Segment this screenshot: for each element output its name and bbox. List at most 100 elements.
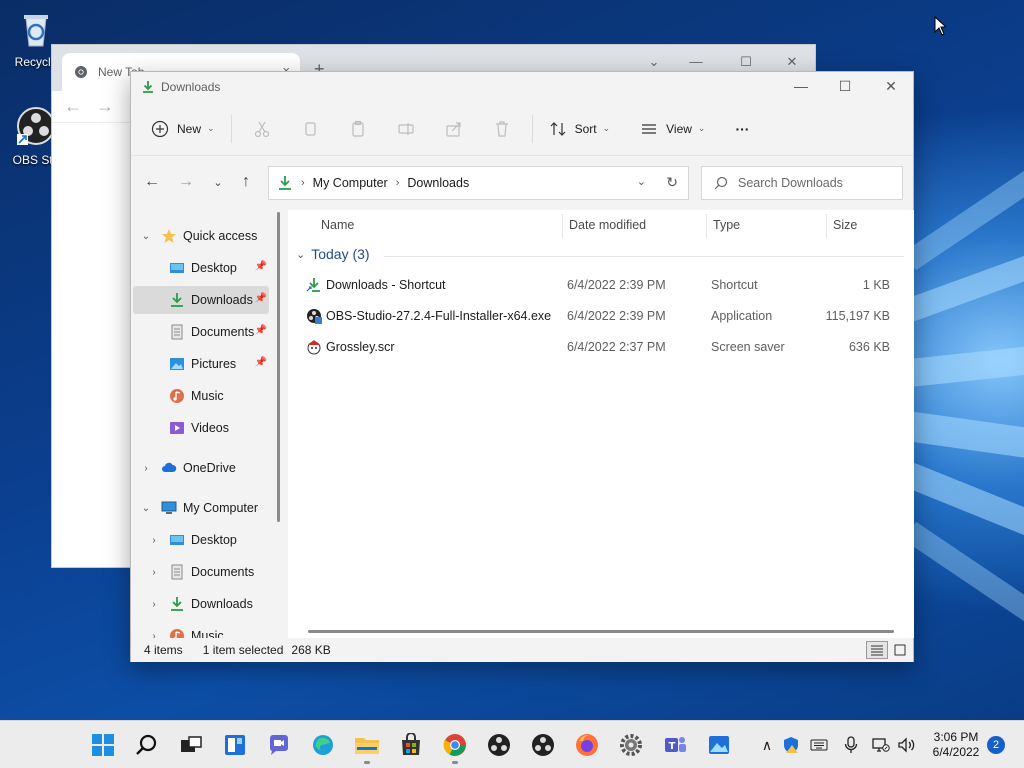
nav-item-desktop[interactable]: Desktop 📌 xyxy=(133,254,269,282)
obs-taskbar-button-2[interactable] xyxy=(527,729,559,761)
minimize-button[interactable]: — xyxy=(778,72,824,102)
show-hidden-icons-button[interactable]: ∧ xyxy=(757,735,777,755)
nav-computer-music[interactable]: › Music xyxy=(133,622,269,638)
chrome-tab-search-icon[interactable]: ⌄ xyxy=(636,51,672,73)
taskbar-clock[interactable]: 3:06 PM 6/4/2022 xyxy=(930,730,982,760)
nav-item-downloads[interactable]: Downloads 📌 xyxy=(133,286,269,314)
nav-onedrive[interactable]: › OneDrive xyxy=(133,454,269,482)
pin-icon: 📌 xyxy=(254,261,267,272)
expand-chevron-icon[interactable]: ⌄ xyxy=(139,231,153,242)
column-divider[interactable] xyxy=(826,214,827,238)
status-bar: 4 items 1 item selected 268 KB xyxy=(131,638,913,662)
breadcrumb-downloads[interactable]: Downloads xyxy=(407,176,469,190)
nav-label: Quick access xyxy=(183,229,258,243)
delete-button[interactable] xyxy=(482,112,522,146)
view-button[interactable]: View ⌄ xyxy=(634,112,711,146)
start-button[interactable] xyxy=(87,729,119,761)
group-header-today[interactable]: ⌄ Today (3) xyxy=(296,246,370,262)
column-divider[interactable] xyxy=(706,214,707,238)
wallpaper-light-beam xyxy=(903,140,1024,271)
chrome-minimize-button[interactable]: — xyxy=(678,51,714,73)
details-view-button[interactable] xyxy=(866,641,888,659)
recent-locations-button[interactable]: ⌄ xyxy=(203,167,233,197)
widgets-button[interactable] xyxy=(219,729,251,761)
settings-button[interactable] xyxy=(615,729,647,761)
nav-my-computer[interactable]: ⌄ My Computer xyxy=(133,494,269,522)
chrome-back-button[interactable]: ← xyxy=(64,96,82,117)
chrome-close-button[interactable]: ✕ xyxy=(774,51,810,73)
file-row[interactable]: OBS-Studio-27.2.4-Full-Installer-x64.exe… xyxy=(300,301,904,331)
chrome-forward-button[interactable]: → xyxy=(96,96,114,117)
security-shield-icon[interactable] xyxy=(781,735,801,755)
forward-button[interactable]: → xyxy=(171,167,201,197)
address-history-chevron-icon[interactable]: ⌄ xyxy=(637,175,646,188)
store-button[interactable] xyxy=(395,729,427,761)
nav-item-music[interactable]: Music xyxy=(133,382,269,410)
notification-badge[interactable]: 2 xyxy=(987,736,1005,754)
paste-button[interactable] xyxy=(338,112,378,146)
horizontal-scrollbar[interactable] xyxy=(308,630,894,633)
more-options-button[interactable]: ··· xyxy=(729,112,755,146)
file-explorer-button[interactable] xyxy=(351,729,383,764)
address-bar[interactable]: › My Computer › Downloads ⌄ ↻ xyxy=(268,166,689,200)
column-divider[interactable] xyxy=(562,214,563,238)
trash-icon xyxy=(495,120,508,137)
file-row[interactable]: Downloads - Shortcut 6/4/2022 2:39 PM Sh… xyxy=(300,270,904,300)
photos-button[interactable] xyxy=(703,729,735,761)
taskbar-search-button[interactable] xyxy=(131,729,163,761)
microphone-icon[interactable] xyxy=(841,735,861,755)
maximize-button[interactable]: ☐ xyxy=(822,72,868,102)
nav-computer-downloads[interactable]: › Downloads xyxy=(133,590,269,618)
firefox-button[interactable] xyxy=(571,729,603,761)
volume-icon[interactable] xyxy=(897,735,917,755)
wallpaper-light-beam xyxy=(903,521,1024,652)
expand-chevron-icon[interactable]: › xyxy=(147,535,161,546)
obs-taskbar-button[interactable] xyxy=(483,729,515,761)
expand-chevron-icon[interactable]: ⌄ xyxy=(139,503,153,514)
teams-button[interactable]: T xyxy=(659,729,691,761)
nav-quick-access[interactable]: ⌄ Quick access xyxy=(133,222,269,250)
expand-chevron-icon[interactable]: › xyxy=(139,463,153,474)
column-header-date-modified[interactable]: Date modified xyxy=(569,210,646,240)
up-button[interactable]: ↑ xyxy=(231,167,261,197)
refresh-icon[interactable]: ↻ xyxy=(666,174,678,191)
screensaver-icon xyxy=(307,340,321,355)
store-icon xyxy=(402,733,420,755)
new-button[interactable]: New ⌄ xyxy=(145,112,221,146)
sort-button[interactable]: Sort ⌄ xyxy=(543,112,617,146)
edge-button[interactable] xyxy=(307,729,339,761)
expand-chevron-icon[interactable]: › xyxy=(147,631,161,639)
breadcrumb-my-computer[interactable]: My Computer xyxy=(313,176,388,190)
network-icon[interactable] xyxy=(871,735,891,755)
expand-chevron-icon[interactable]: › xyxy=(147,599,161,610)
running-indicator xyxy=(452,761,458,764)
nav-item-pictures[interactable]: Pictures 📌 xyxy=(133,350,269,378)
large-icons-view-icon xyxy=(894,644,906,656)
copy-button[interactable] xyxy=(290,112,330,146)
wallpaper-light-beam xyxy=(898,339,1024,388)
search-box[interactable]: Search Downloads xyxy=(701,166,903,200)
close-button[interactable]: ✕ xyxy=(868,72,914,102)
nav-item-documents[interactable]: Documents 📌 xyxy=(133,318,269,346)
column-header-type[interactable]: Type xyxy=(713,210,740,240)
large-icons-view-button[interactable] xyxy=(889,641,911,659)
task-view-button[interactable] xyxy=(175,729,207,761)
expand-chevron-icon[interactable]: › xyxy=(147,567,161,578)
cut-button[interactable] xyxy=(242,112,282,146)
rename-button[interactable] xyxy=(386,112,426,146)
nav-computer-documents[interactable]: › Documents xyxy=(133,558,269,586)
chat-button[interactable] xyxy=(263,729,295,761)
nav-pane-scrollbar[interactable] xyxy=(277,212,280,522)
back-button[interactable]: ← xyxy=(137,167,167,197)
collapse-chevron-icon[interactable]: ⌄ xyxy=(296,248,305,261)
nav-computer-desktop[interactable]: › Desktop xyxy=(133,526,269,554)
chrome-button[interactable] xyxy=(439,729,471,764)
share-button[interactable] xyxy=(434,112,474,146)
file-row[interactable]: Grossley.scr 6/4/2022 2:37 PM Screen sav… xyxy=(300,332,904,362)
chrome-maximize-button[interactable]: ☐ xyxy=(728,51,764,73)
nav-item-videos[interactable]: Videos xyxy=(133,414,269,442)
column-header-name[interactable]: Name xyxy=(321,210,354,240)
column-header-size[interactable]: Size xyxy=(833,210,857,240)
nav-label: Documents xyxy=(191,325,255,339)
keyboard-icon[interactable] xyxy=(809,735,829,755)
